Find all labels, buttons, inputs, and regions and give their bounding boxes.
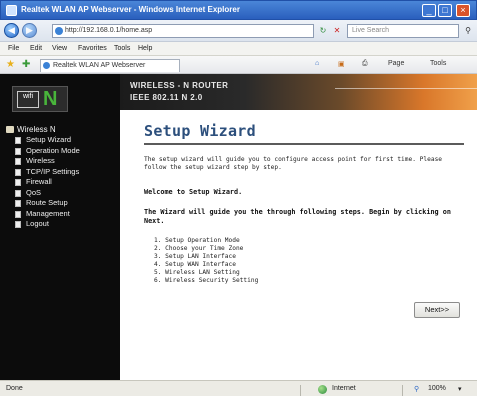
ie-page-icon <box>55 27 63 35</box>
list-item: 2. Choose your Time Zone <box>154 245 244 252</box>
sidebar-item-label: Management <box>26 208 70 218</box>
sidebar-item-label: Setup Wizard <box>26 135 72 144</box>
search-placeholder: Live Search <box>352 27 389 34</box>
banner-title: WIRELESS - N ROUTER <box>130 81 229 90</box>
logo-letter: N <box>43 88 58 110</box>
nav-root-label: Wireless N <box>17 125 56 134</box>
sidebar-item-management[interactable]: Management <box>6 209 118 220</box>
page-icon <box>15 147 21 155</box>
minimize-button[interactable]: _ <box>422 4 436 17</box>
window-title: Realtek WLAN AP Webserver - Windows Inte… <box>21 5 240 14</box>
status-bar: Done Internet ⚲ 100% ▾ <box>0 380 477 396</box>
page-menu[interactable]: Page <box>388 60 404 67</box>
list-item: 5. Wireless LAN Setting <box>154 269 240 276</box>
nav-tree: Wireless N Setup Wizard Operation Mode W… <box>6 124 118 230</box>
search-input[interactable]: Live Search <box>347 24 459 38</box>
router-banner: WIRELESS - N ROUTER IEEE 802.11 N 2.0 <box>120 74 477 110</box>
sidebar-item-label: Logout <box>26 219 49 228</box>
wizard-guide-text: The Wizard will guide you the through fo… <box>144 208 451 225</box>
status-divider <box>300 385 301 396</box>
list-item: 3. Setup LAN Interface <box>154 253 236 260</box>
page-icon <box>15 179 21 186</box>
search-icon[interactable]: ⚲ <box>461 24 475 38</box>
ie-app-icon <box>6 5 17 16</box>
favorites-star-icon[interactable]: ★ <box>6 59 15 70</box>
chevron-down-icon[interactable]: ▾ <box>458 385 462 393</box>
menu-help[interactable]: Help <box>138 45 152 52</box>
tab-page-icon <box>43 62 50 69</box>
page-icon <box>15 189 21 197</box>
menu-tools[interactable]: Tools <box>114 45 130 52</box>
list-item: 4. Setup WAN Interface <box>154 261 236 268</box>
sidebar-item-qos[interactable]: QoS <box>6 188 118 199</box>
window-titlebar: Realtek WLAN AP Webserver - Windows Inte… <box>0 0 477 20</box>
sidebar-item-tcpip[interactable]: TCP/IP Settings <box>6 167 118 178</box>
list-item: 6. Wireless Security Setting <box>154 277 259 284</box>
list-item: 1. Setup Operation Mode <box>154 237 240 244</box>
internet-zone-icon <box>318 385 327 394</box>
wifi-n-logo: wifi N <box>12 86 68 112</box>
close-button[interactable]: × <box>456 4 470 17</box>
wifi-logo-text: wifi <box>17 91 39 108</box>
status-text: Done <box>6 385 23 392</box>
menu-favorites[interactable]: Favorites <box>78 45 107 52</box>
sidebar-item-label: Wireless <box>26 156 55 165</box>
sidebar-item-logout[interactable]: Logout <box>6 219 118 230</box>
page-icon <box>15 221 21 228</box>
stop-icon[interactable]: ✕ <box>330 24 344 38</box>
refresh-icon[interactable]: ↻ <box>316 24 330 38</box>
sidebar-item-label: QoS <box>26 187 42 197</box>
sidebar-item-label: Route Setup <box>26 198 68 207</box>
sidebar-item-label: Operation Mode <box>26 145 80 155</box>
sidebar-item-firewall[interactable]: Firewall <box>6 177 118 188</box>
router-sidebar: wifi N Wireless N Setup Wizard Operation… <box>0 74 120 380</box>
zone-label: Internet <box>332 385 356 392</box>
url-field[interactable]: http://192.168.0.1/home.asp <box>52 24 314 38</box>
page-icon <box>15 158 21 165</box>
menu-file[interactable]: File <box>8 45 19 52</box>
page-icon <box>15 210 21 218</box>
menu-view[interactable]: View <box>52 45 67 52</box>
title-divider <box>144 143 464 145</box>
feeds-icon[interactable]: ▣ <box>338 60 345 68</box>
url-text: http://192.168.0.1/home.asp <box>65 27 153 34</box>
sidebar-item-wireless[interactable]: Wireless <box>6 156 118 167</box>
tab-title: Realtek WLAN AP Webserver <box>53 62 146 69</box>
tab-router[interactable]: Realtek WLAN AP Webserver <box>40 59 180 72</box>
sidebar-item-label: TCP/IP Settings <box>26 166 80 176</box>
menu-bar: File Edit View Favorites Tools Help <box>0 42 477 56</box>
zoom-level[interactable]: 100% <box>428 385 446 392</box>
tools-menu[interactable]: Tools <box>430 60 446 67</box>
menu-edit[interactable]: Edit <box>30 45 42 52</box>
page-title: Setup Wizard <box>144 122 256 140</box>
folder-icon <box>6 126 14 133</box>
sidebar-item-route-setup[interactable]: Route Setup <box>6 198 118 209</box>
address-bar: ◀ ▶ http://192.168.0.1/home.asp ↻ ✕ Live… <box>0 20 477 42</box>
banner-divider <box>335 88 477 89</box>
page-icon <box>15 200 21 207</box>
forward-button[interactable]: ▶ <box>22 23 37 38</box>
home-icon[interactable]: ⌂ <box>315 60 319 67</box>
banner-subtitle: IEEE 802.11 N 2.0 <box>130 93 203 102</box>
status-divider <box>402 385 403 396</box>
steps-list: 1. Setup Operation Mode 2. Choose your T… <box>144 237 464 285</box>
sidebar-item-label: Firewall <box>26 177 52 186</box>
wizard-content: Setup Wizard The setup wizard will guide… <box>144 122 464 285</box>
browser-viewport: wifi N Wireless N Setup Wizard Operation… <box>0 74 477 380</box>
favorites-bar: ★ ✚ Realtek WLAN AP Webserver ⌂ ▣ ⎙ Page… <box>0 56 477 74</box>
sidebar-item-operation-mode[interactable]: Operation Mode <box>6 146 118 157</box>
add-favorite-icon[interactable]: ✚ <box>22 59 30 70</box>
sidebar-item-setup-wizard[interactable]: Setup Wizard <box>6 135 118 146</box>
page-icon <box>15 137 21 144</box>
main-panel: WIRELESS - N ROUTER IEEE 802.11 N 2.0 Se… <box>120 74 477 380</box>
nav-root[interactable]: Wireless N <box>6 124 118 135</box>
back-button[interactable]: ◀ <box>4 23 19 38</box>
print-icon[interactable]: ⎙ <box>362 60 368 68</box>
zoom-icon[interactable]: ⚲ <box>414 385 419 393</box>
welcome-heading: Welcome to Setup Wizard. <box>144 188 243 196</box>
page-icon <box>15 168 21 176</box>
maximize-button[interactable]: □ <box>438 4 452 17</box>
wizard-intro: The setup wizard will guide you to confi… <box>144 156 443 171</box>
next-button[interactable]: Next>> <box>414 302 460 318</box>
